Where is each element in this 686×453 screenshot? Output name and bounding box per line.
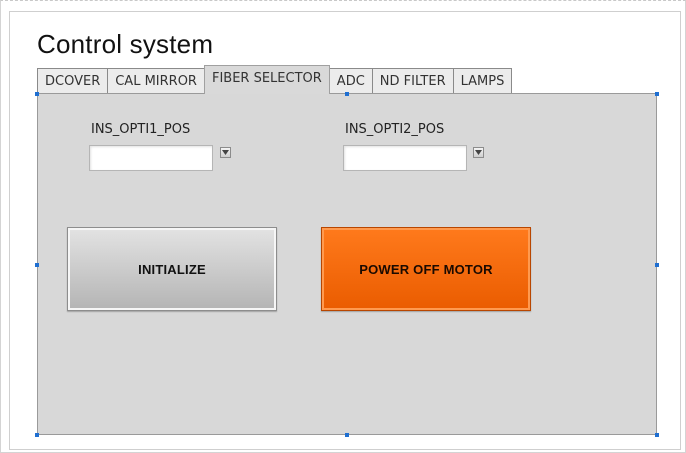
selection-handle-icon[interactable] <box>655 433 659 437</box>
tab-cal-mirror[interactable]: CAL MIRROR <box>107 68 205 94</box>
tab-nd-filter[interactable]: ND FILTER <box>371 68 454 94</box>
ins-opti1-pos-field[interactable] <box>89 145 213 171</box>
selection-handle-icon[interactable] <box>655 263 659 267</box>
selection-handle-icon[interactable] <box>35 433 39 437</box>
selection-handle-icon[interactable] <box>655 92 659 96</box>
initialize-button[interactable]: INITIALIZE <box>67 227 277 311</box>
page-title: Control system <box>37 29 214 59</box>
dropdown-arrow-icon <box>475 150 482 155</box>
tab-dcover[interactable]: DCOVER <box>37 68 109 94</box>
selection-handle-icon[interactable] <box>345 92 349 96</box>
selection-handle-icon[interactable] <box>345 433 349 437</box>
ins-opti1-pos-dropdown-button[interactable] <box>220 147 231 158</box>
tab-lamps[interactable]: LAMPS <box>452 68 513 94</box>
fiber-selector-panel: INS_OPTI1_POS INS_OPTI2_POS INITIALIZE P… <box>37 93 657 435</box>
initialize-button-label: INITIALIZE <box>138 261 206 277</box>
ins-opti2-pos-label: INS_OPTI2_POS <box>345 122 445 137</box>
selection-handle-icon[interactable] <box>35 263 39 267</box>
power-off-motor-button[interactable]: POWER OFF MOTOR <box>321 227 531 311</box>
selection-handle-icon[interactable] <box>35 92 39 96</box>
ins-opti2-pos-dropdown-button[interactable] <box>473 147 484 158</box>
editor-canvas: Control system DCOVER CAL MIRROR FIBER S… <box>0 0 686 453</box>
dropdown-arrow-icon <box>222 150 229 155</box>
tab-bar: DCOVER CAL MIRROR FIBER SELECTOR ADC ND … <box>37 65 513 94</box>
power-off-motor-button-label: POWER OFF MOTOR <box>359 261 493 277</box>
tab-adc[interactable]: ADC <box>328 68 373 94</box>
ins-opti1-pos-label: INS_OPTI1_POS <box>91 122 191 137</box>
tab-fiber-selector[interactable]: FIBER SELECTOR <box>203 65 330 94</box>
ins-opti2-pos-field[interactable] <box>343 145 467 171</box>
